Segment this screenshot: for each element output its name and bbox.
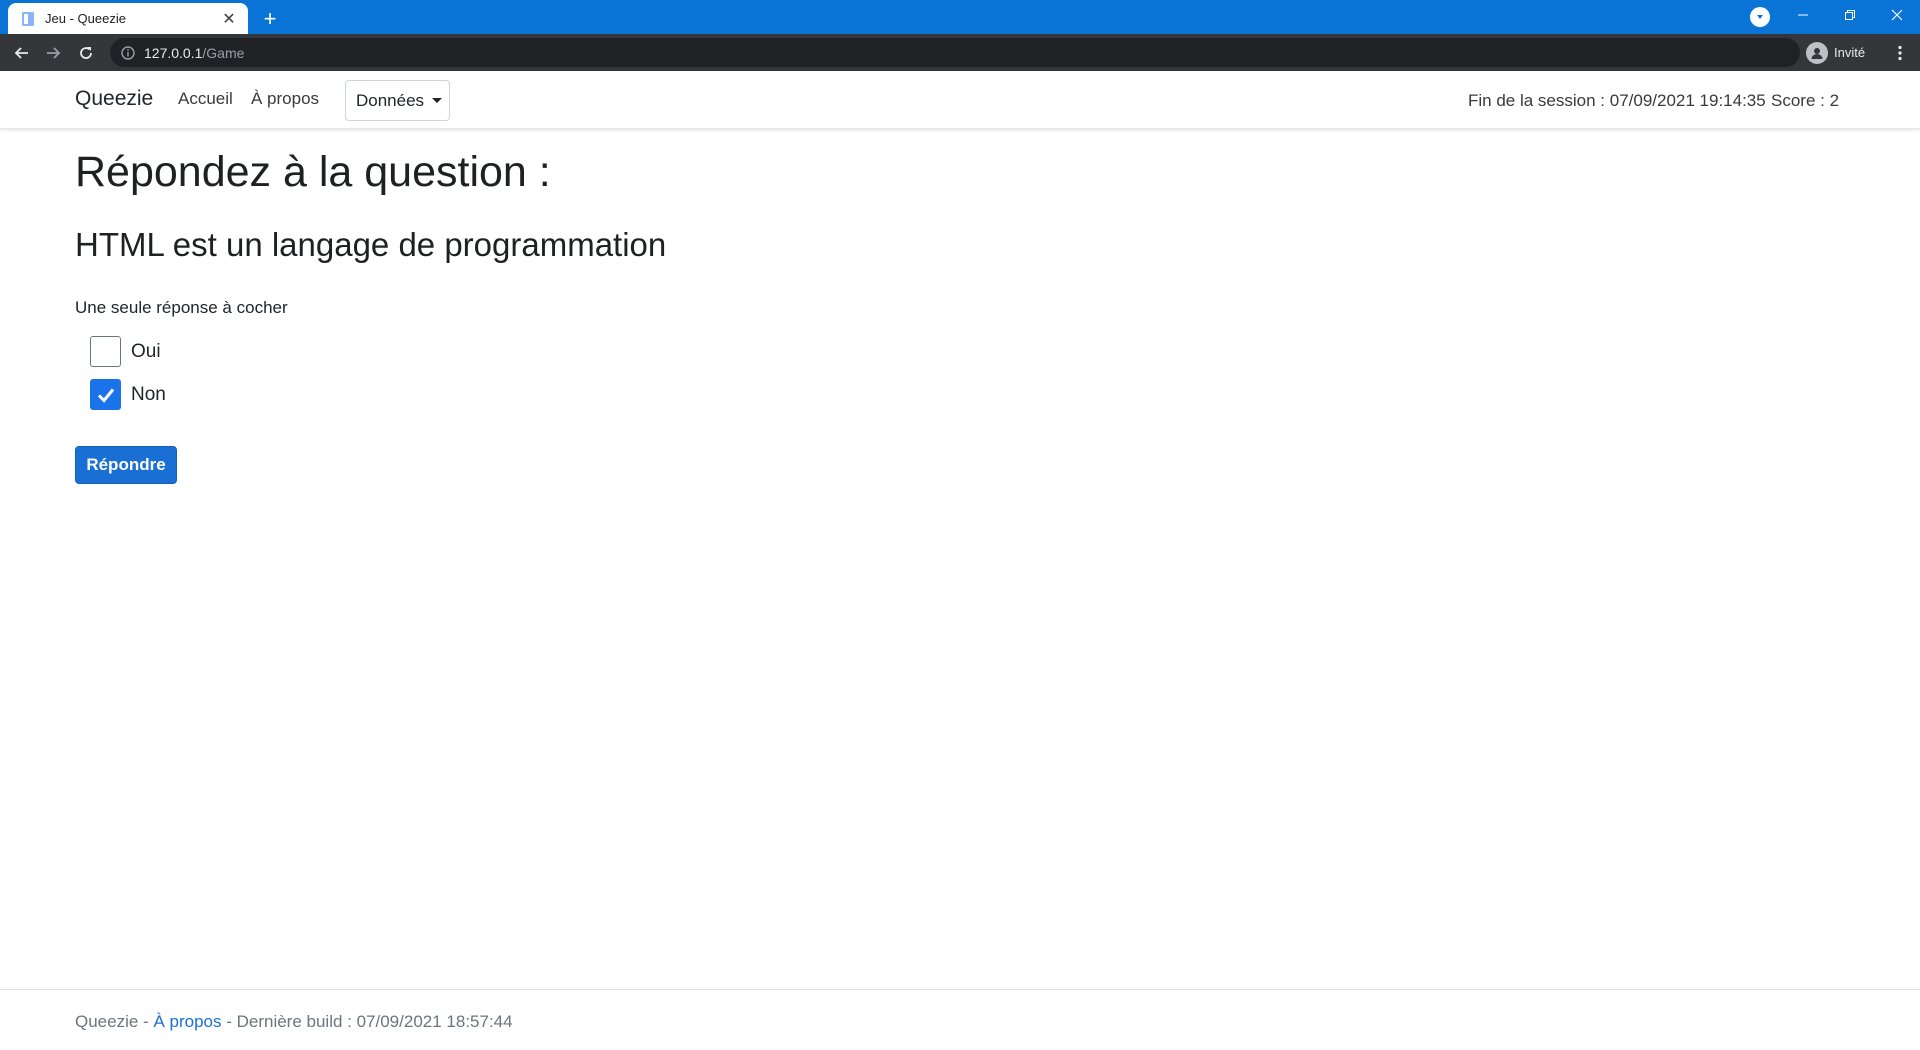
page-title: Répondez à la question : (75, 148, 551, 196)
dropdown-label: Données (356, 90, 425, 110)
option-label: Non (131, 383, 166, 405)
browser-tab-bar: Jeu - Queezie ✕ + (0, 0, 1920, 34)
url-host: 127.0.0.1 (144, 44, 203, 61)
reload-icon[interactable] (72, 39, 100, 67)
footer-separator: - (221, 1012, 237, 1031)
nav-link-a-propos[interactable]: À propos (251, 89, 319, 109)
footer-brand: Queezie (75, 1012, 139, 1031)
score-text: Score : 2 (1771, 91, 1840, 110)
profile-indicator-icon[interactable] (1750, 7, 1770, 27)
option-oui-checkbox[interactable] (90, 336, 121, 367)
option-non-checkbox[interactable] (90, 379, 121, 410)
minimize-icon[interactable] (1780, 0, 1826, 30)
new-tab-icon[interactable]: + (256, 5, 284, 33)
brand-link[interactable]: Queezie (75, 87, 153, 111)
repondre-button[interactable]: Répondre (75, 446, 177, 484)
footer-separator: - (138, 1012, 154, 1031)
option-label: Oui (131, 340, 161, 362)
page-favicon-icon (20, 11, 36, 27)
forward-icon[interactable] (39, 39, 67, 67)
profile-label: Invité (1834, 45, 1866, 60)
guest-avatar-icon (1806, 41, 1828, 64)
browser-menu-icon[interactable] (1888, 39, 1912, 67)
nav-link-accueil[interactable]: Accueil (178, 89, 233, 109)
address-bar[interactable]: 127.0.0.1/Game (110, 38, 1800, 67)
profile-button[interactable]: Invité (1806, 38, 1876, 67)
question-text: HTML est un langage de programmation (75, 226, 667, 263)
back-icon[interactable] (8, 39, 36, 67)
footer-text: Queezie - À propos - Dernière build : 07… (75, 1012, 513, 1032)
site-info-icon[interactable] (120, 45, 136, 61)
option-non[interactable]: Non (90, 379, 166, 410)
session-end-text: Fin de la session : 07/09/2021 19:14:35 (1468, 91, 1766, 110)
tab-close-icon[interactable]: ✕ (220, 10, 238, 28)
close-window-icon[interactable] (1874, 0, 1920, 30)
site-navbar: Queezie Accueil À propos Données Fin de … (0, 71, 1920, 129)
footer-build-info: Dernière build : 07/09/2021 18:57:44 (236, 1012, 513, 1031)
url-text: 127.0.0.1/Game (144, 45, 244, 61)
restore-icon[interactable] (1827, 0, 1873, 30)
browser-tab[interactable]: Jeu - Queezie ✕ (8, 3, 248, 34)
tab-title: Jeu - Queezie (45, 11, 126, 26)
checkmark-icon (97, 388, 114, 403)
footer-a-propos-link[interactable]: À propos (153, 1012, 221, 1031)
caret-down-icon (432, 98, 443, 103)
site-footer: Queezie - À propos - Dernière build : 07… (0, 989, 1920, 1050)
url-path: /Game (202, 44, 245, 61)
answer-hint: Une seule réponse à cocher (75, 298, 288, 317)
donnees-dropdown[interactable]: Données (345, 80, 450, 121)
option-oui[interactable]: Oui (90, 336, 161, 367)
browser-toolbar: 127.0.0.1/Game Invité (0, 34, 1920, 71)
